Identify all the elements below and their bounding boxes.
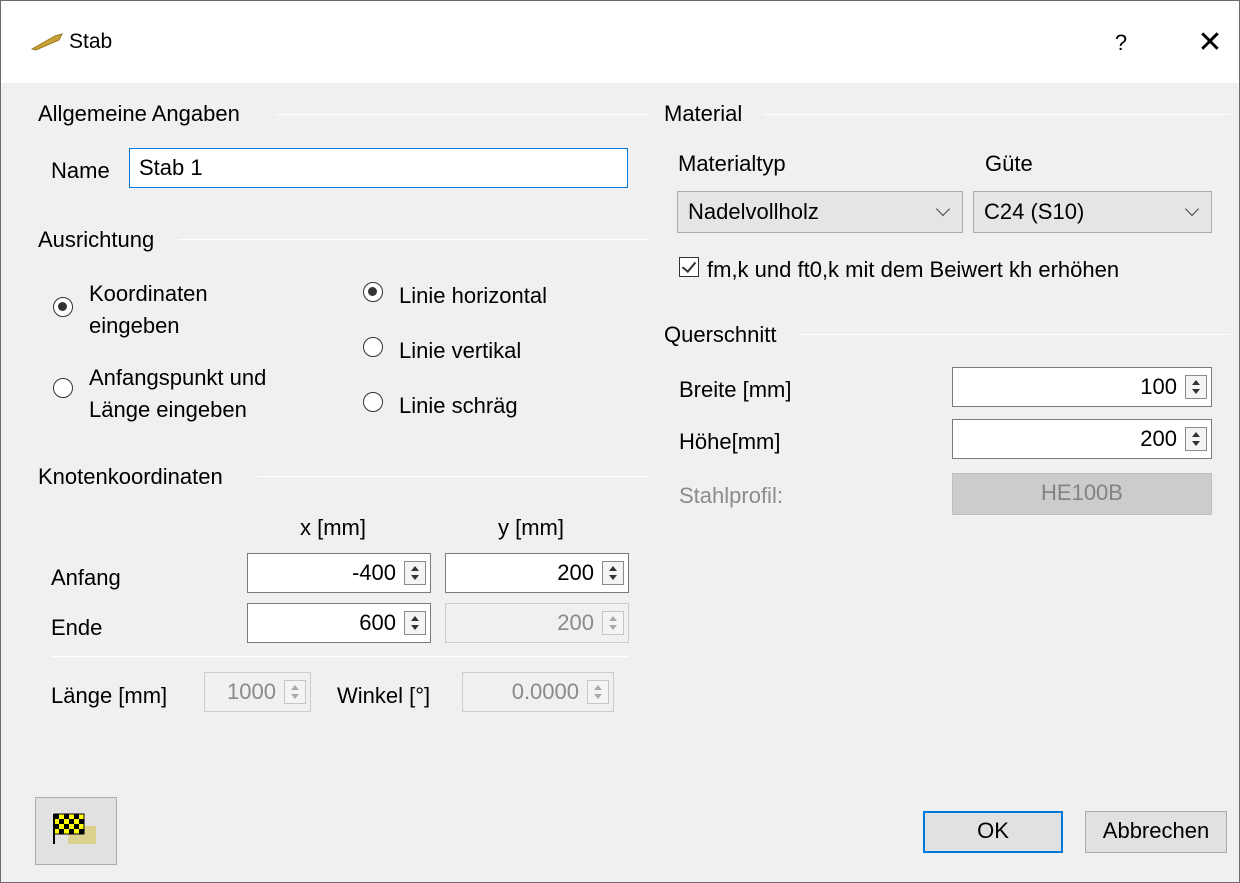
radio-line-oblique[interactable] (363, 392, 383, 412)
radio-startpoint-length[interactable] (53, 378, 73, 398)
ok-button[interactable]: OK (923, 811, 1063, 853)
kh-checkbox-label: fm,k und ft0,k mit dem Beiwert kh erhöhe… (707, 257, 1120, 282)
grade-label: Güte (985, 151, 1033, 176)
end-y-value: 200 (557, 610, 594, 635)
height-label: Höhe[mm] (679, 429, 781, 454)
radio-line-oblique-label: Linie schräg (399, 393, 518, 418)
spin-arrows-icon[interactable] (404, 611, 426, 635)
width-value: 100 (1140, 374, 1177, 399)
radio-startpoint-label-2: Länge eingeben (89, 397, 247, 422)
separator (51, 656, 629, 657)
steel-profile-button: HE100B (952, 473, 1212, 515)
dialog-window: Stab ? ✕ Allgemeine Angaben Name Stab 1 … (0, 0, 1240, 883)
spin-arrows-icon (284, 680, 306, 704)
group-orientation-legend: Ausrichtung (38, 227, 155, 252)
close-button[interactable]: ✕ (1185, 19, 1235, 67)
material-type-dropdown[interactable]: Nadelvollholz (677, 191, 963, 233)
cancel-button[interactable]: Abbrechen (1085, 811, 1227, 853)
group-section-legend: Querschnitt (664, 322, 777, 347)
radio-line-vertical-label: Linie vertikal (399, 338, 522, 363)
group-divider (277, 114, 649, 115)
group-divider (798, 334, 1231, 335)
material-type-label: Materialtyp (678, 151, 786, 176)
height-spinbox[interactable]: 200 (952, 419, 1212, 459)
radio-coordinates-label-2: eingeben (89, 313, 180, 338)
row-end-label: Ende (51, 615, 103, 640)
spin-arrows-icon (587, 680, 609, 704)
radio-coordinates[interactable] (53, 297, 73, 317)
chevron-down-icon (935, 201, 951, 217)
name-label: Name (51, 158, 110, 183)
start-y-spinbox[interactable]: 200 (445, 553, 629, 593)
group-divider (763, 114, 1231, 115)
end-x-spinbox[interactable]: 600 (247, 603, 431, 643)
angle-spinbox: 0.0000 (462, 672, 614, 712)
group-nodes-legend: Knotenkoordinaten (38, 464, 223, 489)
end-y-spinbox: 200 (445, 603, 629, 643)
start-x-value: -400 (351, 560, 396, 585)
width-label: Breite [mm] (679, 377, 792, 402)
length-spinbox: 1000 (204, 672, 311, 712)
start-x-spinbox[interactable]: -400 (247, 553, 431, 593)
radio-line-horizontal-label: Linie horizontal (399, 283, 547, 308)
name-input[interactable]: Stab 1 (129, 148, 628, 188)
radio-startpoint-label-1: Anfangspunkt und (89, 365, 267, 390)
group-general-legend: Allgemeine Angaben (38, 101, 240, 126)
spin-arrows-icon (602, 611, 624, 635)
spin-arrows-icon[interactable] (1185, 375, 1207, 399)
spin-arrows-icon[interactable] (602, 561, 624, 585)
row-start-label: Anfang (51, 565, 121, 590)
group-material-legend: Material (664, 101, 743, 126)
radio-coordinates-label-1: Koordinaten (89, 281, 208, 306)
column-x-header: x [mm] (300, 515, 366, 540)
material-type-value: Nadelvollholz (688, 199, 819, 224)
group-divider (258, 476, 649, 477)
title-bar[interactable]: Stab ? ✕ (1, 1, 1239, 83)
checkered-flag-icon (53, 813, 96, 844)
end-x-value: 600 (359, 610, 396, 635)
spin-arrows-icon[interactable] (404, 561, 426, 585)
group-divider (178, 239, 649, 240)
height-value: 200 (1140, 426, 1177, 451)
start-y-value: 200 (557, 560, 594, 585)
kh-checkbox[interactable] (679, 257, 699, 277)
help-button[interactable]: ? (1099, 19, 1143, 67)
grade-dropdown[interactable]: C24 (S10) (973, 191, 1212, 233)
name-input-value: Stab 1 (139, 155, 203, 180)
radio-line-horizontal[interactable] (363, 282, 383, 302)
checkered-flag-button[interactable] (35, 797, 117, 865)
grade-value: C24 (S10) (984, 199, 1085, 224)
angle-label: Winkel [°] (337, 683, 431, 708)
angle-value: 0.0000 (511, 679, 579, 704)
chevron-down-icon (1184, 201, 1200, 217)
length-label: Länge [mm] (51, 683, 168, 708)
window-title: Stab (69, 30, 113, 53)
beam-icon (31, 33, 63, 51)
steel-profile-label: Stahlprofil: (679, 483, 783, 508)
column-y-header: y [mm] (498, 515, 564, 540)
radio-line-vertical[interactable] (363, 337, 383, 357)
width-spinbox[interactable]: 100 (952, 367, 1212, 407)
length-value: 1000 (227, 679, 276, 704)
spin-arrows-icon[interactable] (1185, 427, 1207, 451)
